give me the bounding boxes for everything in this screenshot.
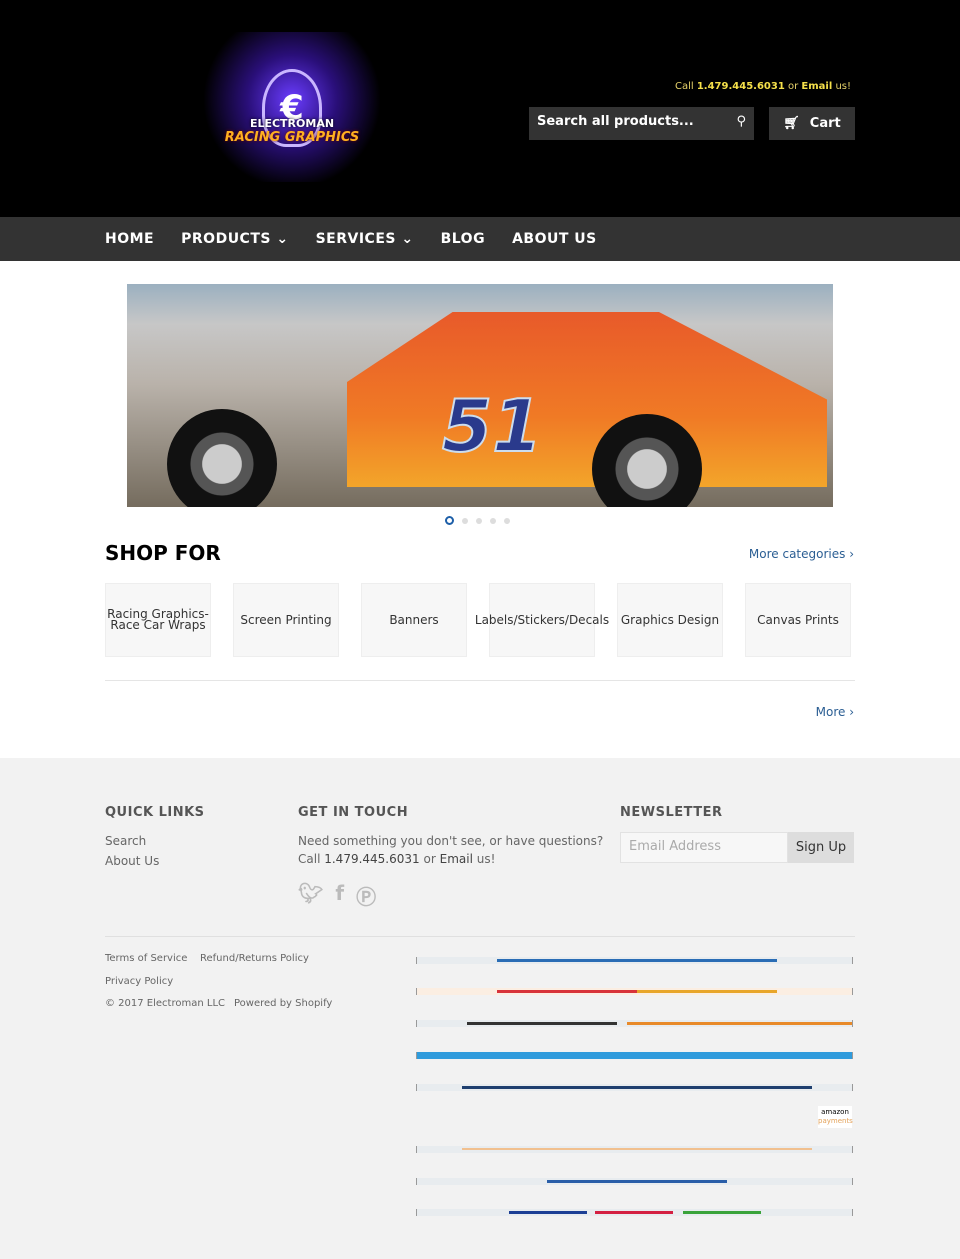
category-racing-graphics[interactable]: Racing Graphics- Race Car Wraps [105,583,211,657]
facebook-icon[interactable]: f [335,881,344,910]
slide-dot[interactable] [504,517,510,524]
wheel [167,409,277,507]
payment-icon [416,1052,853,1059]
phone-link[interactable]: 1.479.445.6031 [697,81,785,92]
slide-dot[interactable] [462,517,468,524]
section-title: SHOP FOR [105,541,221,565]
divider [105,936,855,937]
search-input[interactable]: Search all products... ⚲ [529,107,754,140]
category-grid: Racing Graphics- Race Car Wraps Screen P… [105,583,851,657]
nav-home[interactable]: HOME [105,231,154,247]
payment-icon [416,1209,853,1216]
car-number: 51 [441,383,543,469]
twitter-icon[interactable]: 🐦︎ [298,881,323,910]
header: € ELECTROMAN RACING GRAPHICS Call 1.479.… [0,0,960,217]
category-labels[interactable]: Labels/Stickers/Decals [475,583,609,657]
cart-icon: 🛒︎ [783,116,800,131]
logo-text: ELECTROMAN [249,117,335,130]
sign-up-button[interactable]: Sign Up [788,832,854,863]
footer-link-about[interactable]: About Us [105,854,159,868]
slideshow-dots [445,516,510,525]
footer-link-search[interactable]: Search [105,834,146,848]
nav-about[interactable]: ABOUT US [512,231,597,247]
category-canvas-prints[interactable]: Canvas Prints [745,583,851,657]
copyright: © 2017 Electroman LLC [105,998,225,1009]
divider [105,680,855,681]
hero-slide-image[interactable]: 51 [127,284,833,507]
nav-products[interactable]: PRODUCTS ⌄ [181,231,288,247]
cart-button[interactable]: 🛒︎ Cart [769,107,855,140]
amazon-payments-icon: amazon payments [818,1106,853,1128]
social-links: 🐦︎ f Ⓟ [298,881,376,910]
pinterest-icon[interactable]: Ⓟ [356,881,376,910]
payment-icon [416,988,853,995]
email-link[interactable]: Email [440,852,473,866]
phone-link[interactable]: 1.479.445.6031 [324,852,419,866]
slide-dot[interactable] [445,516,454,525]
call-text: Call 1.479.445.6031 or Email us! [674,81,851,92]
main-nav: HOME PRODUCTS ⌄ SERVICES ⌄ BLOG ABOUT US [0,217,960,261]
category-screen-printing[interactable]: Screen Printing [233,583,339,657]
terms-link[interactable]: Terms of Service [105,953,187,964]
quick-links-title: QUICK LINKS [105,805,205,820]
search-icon[interactable]: ⚲ [736,114,746,133]
powered-by-link[interactable]: Powered by Shopify [234,998,332,1009]
payment-icon [416,1020,853,1027]
privacy-link[interactable]: Privacy Policy [105,976,173,987]
payment-icon [416,957,853,964]
logo[interactable]: € ELECTROMAN RACING GRAPHICS [196,32,388,182]
category-banners[interactable]: Banners [361,583,467,657]
newsletter-title: NEWSLETTER [620,805,723,820]
slide-dot[interactable] [476,517,482,524]
payment-icon [416,1178,853,1185]
nav-services[interactable]: SERVICES ⌄ [316,231,414,247]
nav-blog[interactable]: BLOG [441,231,486,247]
get-in-touch-title: GET IN TOUCH [298,805,409,820]
footer: QUICK LINKS Search About Us GET IN TOUCH… [0,758,960,1259]
more-categories-link[interactable]: More categories › [749,547,854,561]
touch-text: Need something you don't see, or have qu… [298,834,604,848]
main: 51 SHOP FOR More categories › Racing Gra… [0,261,960,758]
payment-icon [416,1084,853,1091]
logo-subtext: RACING GRAPHICS [224,130,360,145]
touch-call: Call 1.479.445.6031 or Email us! [298,852,496,866]
category-graphics-design[interactable]: Graphics Design [617,583,723,657]
refund-link[interactable]: Refund/Returns Policy [200,953,309,964]
email-link[interactable]: Email [801,81,832,92]
race-car [347,312,827,487]
payment-icon [416,1146,853,1153]
email-input[interactable]: Email Address [620,832,788,863]
slide-dot[interactable] [490,517,496,524]
more-link[interactable]: More › [816,705,854,719]
